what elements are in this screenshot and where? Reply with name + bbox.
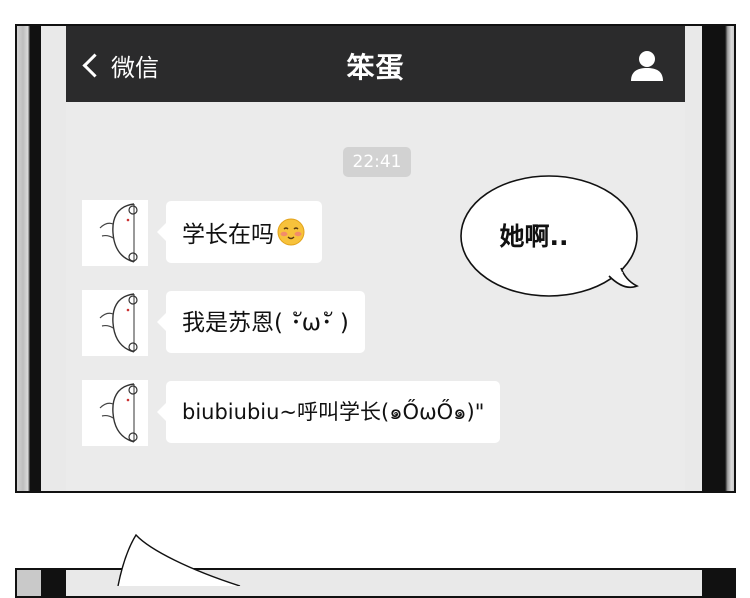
- avatar-drawing: [99, 293, 138, 353]
- person-icon[interactable]: [629, 50, 665, 82]
- phone-bezel-left: [17, 26, 41, 491]
- phone-bezel-right: [702, 570, 734, 596]
- chat-title: 笨蛋: [346, 51, 405, 84]
- message-bubble[interactable]: 我是苏恩( ･ัω･ั ): [157, 291, 365, 353]
- phone-bezel-left: [17, 570, 41, 596]
- smiling-face-emoji: [277, 218, 305, 246]
- avatar-drawing: [99, 383, 138, 443]
- message-text: 我是苏恩( ･ัω･ั ): [182, 310, 349, 336]
- contact-avatar[interactable]: [82, 200, 148, 266]
- message-text: biubiubiu~呼叫学长(๑ŐωŐ๑)": [182, 399, 485, 424]
- contact-avatar[interactable]: [82, 380, 148, 446]
- phone-bezel-right: [702, 26, 734, 491]
- message-bubble[interactable]: 学长在吗: [157, 201, 322, 263]
- contact-avatar[interactable]: [82, 290, 148, 356]
- speech-balloon-text: 她啊..: [499, 222, 569, 251]
- timestamp-pill: 22:41: [343, 147, 411, 177]
- message-text: 学长在吗: [182, 222, 274, 248]
- avatar-drawing: [99, 203, 138, 263]
- chat-navbar: 微信 笨蛋: [66, 26, 685, 102]
- comic-panel-bottom: [15, 568, 736, 598]
- message-bubble[interactable]: biubiubiu~呼叫学长(๑ŐωŐ๑)": [156, 381, 501, 443]
- phone-bezel-edge: [41, 570, 66, 596]
